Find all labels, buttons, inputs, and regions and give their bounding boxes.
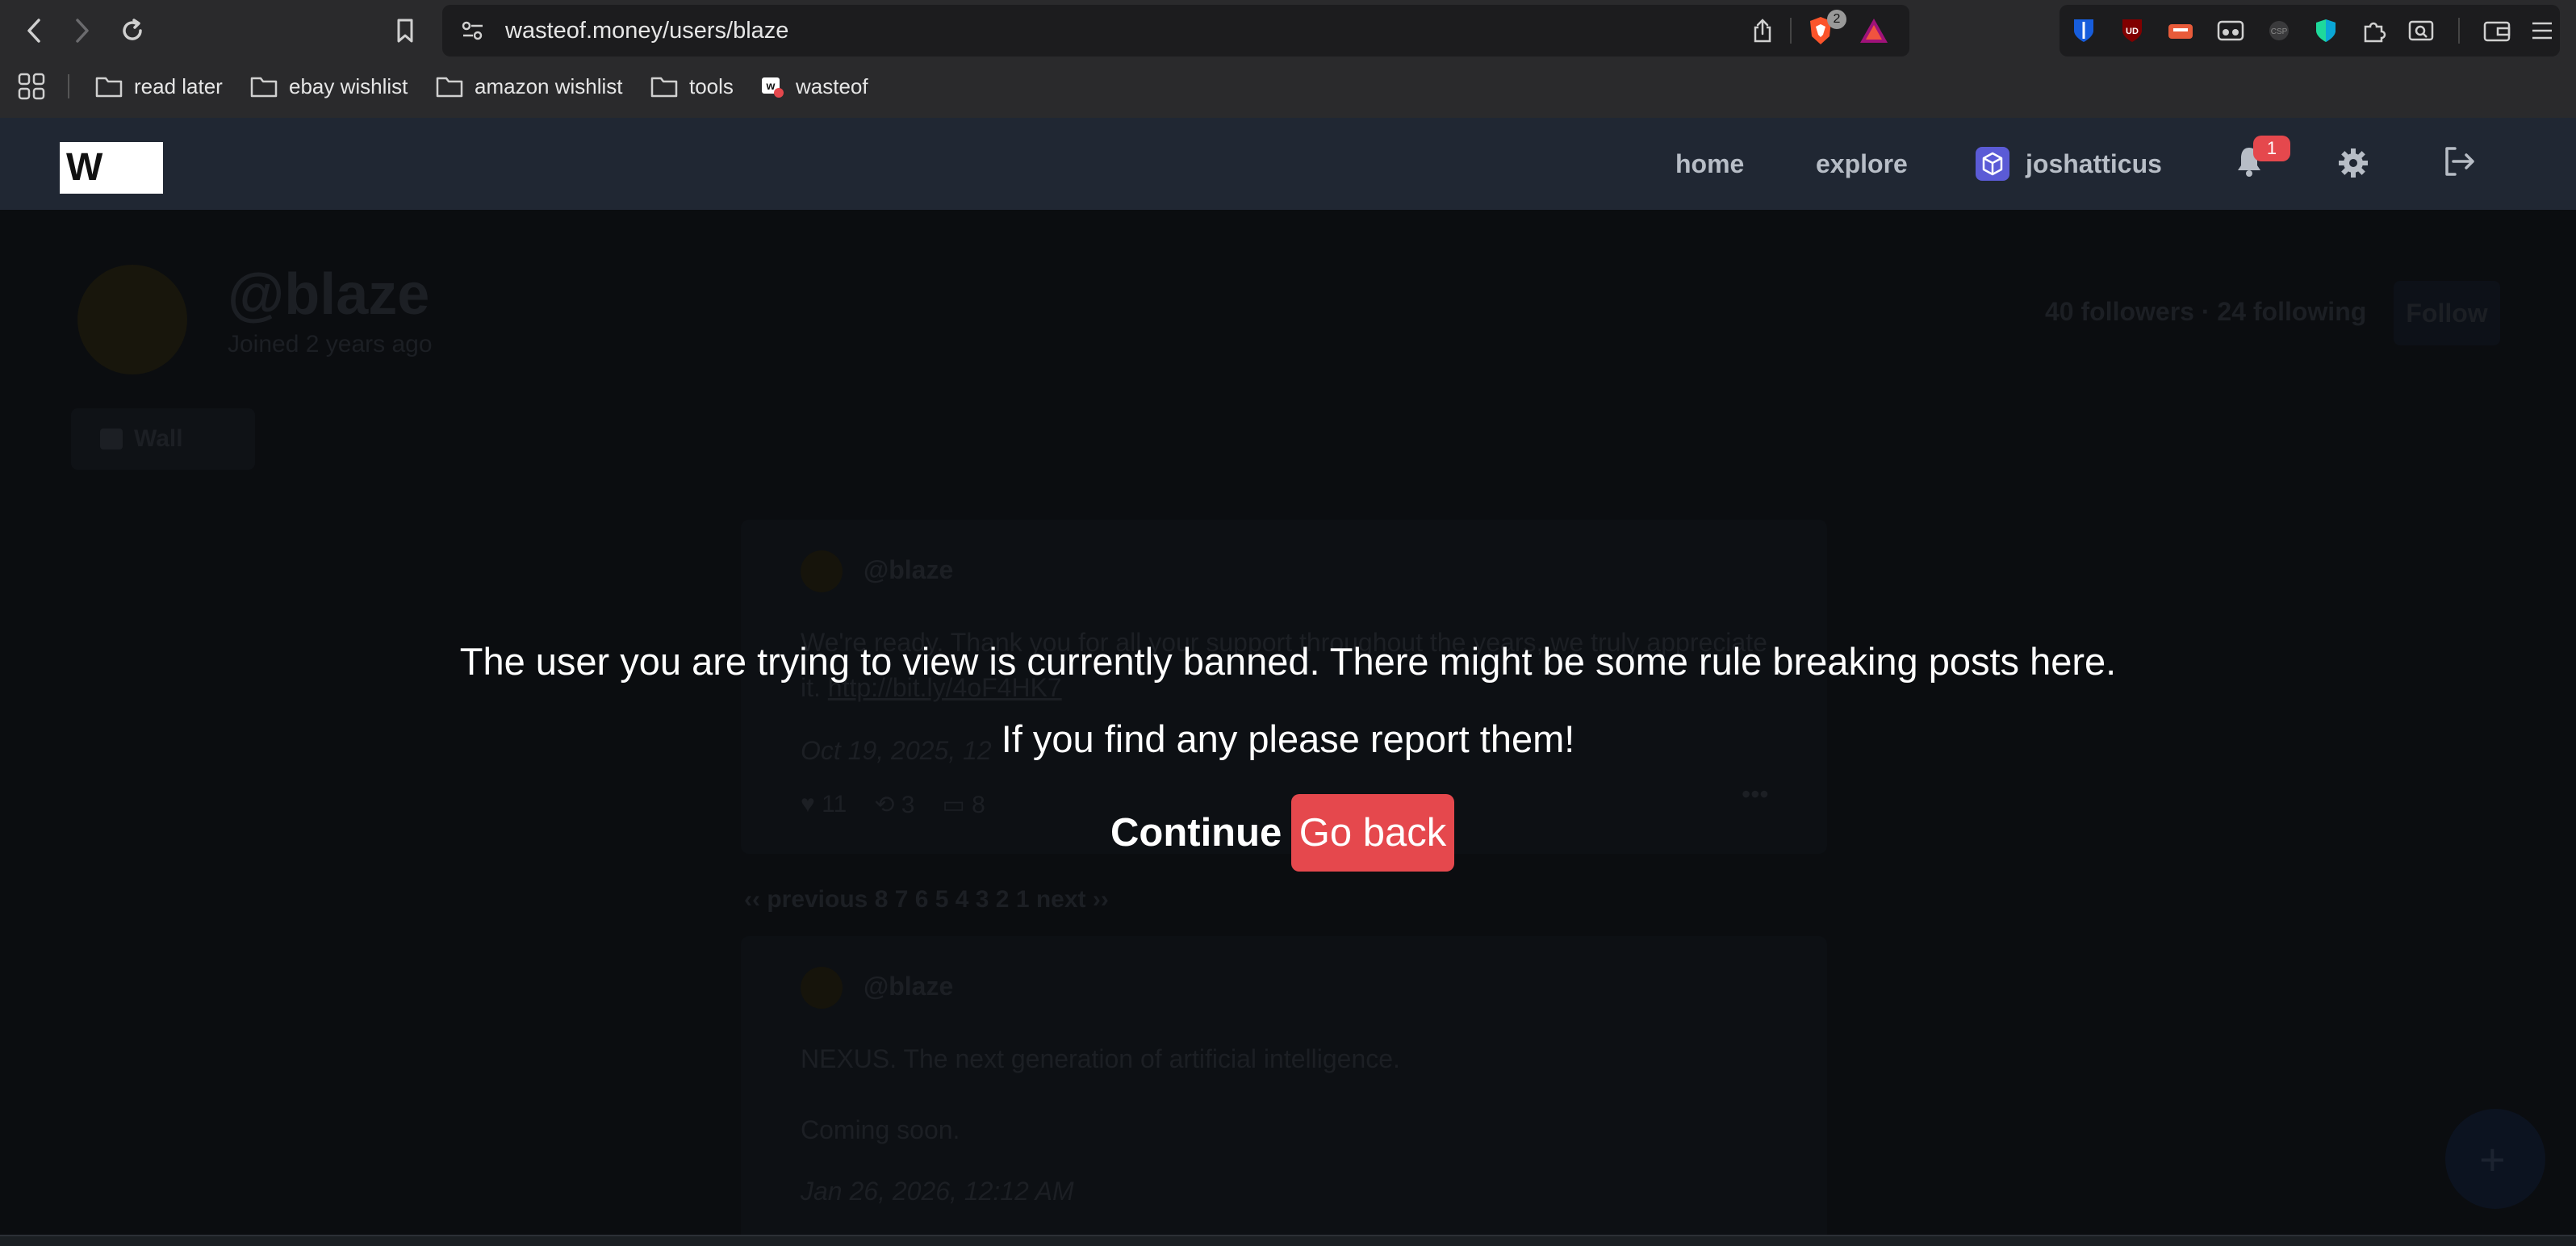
post-date: Jan 26, 2026, 12:12 AM [801,1177,1074,1206]
post-author[interactable]: @blaze [864,555,953,585]
svg-text:CSP: CSP [2271,27,2288,36]
svg-text:w: w [766,79,776,92]
brave-rewards-icon[interactable] [1856,15,1892,47]
ban-report-text: If you find any please report them! [1001,717,1575,760]
compose-fab[interactable]: + [2445,1109,2545,1209]
post-text-2: Coming soon. [801,1115,960,1144]
folder-icon [650,75,678,98]
site-navbar: W home explore joshatticus 1 [0,118,2576,210]
post-author[interactable]: @blaze [864,972,953,1001]
profile-joined: Joined 2 years ago [228,331,433,357]
go-back-button[interactable]: Go back [1291,794,1454,872]
chat-icon [100,429,123,449]
browser-toolbar: wasteof.money/users/blaze 2 UD CSP [0,0,2576,61]
notification-badge: 1 [2253,136,2290,161]
logout-button[interactable] [2442,145,2481,182]
extensions-puzzle-icon[interactable] [2358,16,2390,45]
bookmark-ebay-wishlist[interactable]: ebay wishlist [250,61,408,111]
divider [2458,18,2460,44]
svg-text:UD: UD [2126,27,2139,36]
divider [1790,18,1792,44]
ublock-icon[interactable]: UD [2118,16,2147,45]
post-actions: ♥ 11 ⟲ 3 ▭ 8 [801,791,985,819]
pagination[interactable]: ‹‹ previous 8 7 6 5 4 3 2 1 next ›› [744,886,1109,914]
csp-extension-icon[interactable]: CSP [2263,16,2295,45]
nav-home[interactable]: home [1675,118,1744,210]
folder-icon [95,75,123,98]
extensions-area: UD CSP [2060,5,2560,56]
bookmark-label: read later [134,73,223,98]
profile-stats: 40 followers · 24 following [2045,297,2367,326]
bookmark-wasteof[interactable]: w wasteof [760,61,868,111]
bookmark-label: amazon wishlist [475,73,623,98]
bookmark-label: ebay wishlist [289,73,408,98]
shield-extension-icon[interactable] [2310,16,2342,45]
post-text: NEXUS. The next generation of artificial… [801,1044,1400,1073]
wall-button[interactable]: Wall [71,408,255,470]
brave-badge: 2 [1827,10,1846,29]
follow-button[interactable]: Follow [2394,281,2500,345]
profile-avatar [77,265,187,374]
forward-icon[interactable] [66,15,98,47]
back-icon[interactable] [18,15,50,47]
user-avatar-icon [1976,147,2009,181]
url-text[interactable]: wasteof.money/users/blaze [505,5,788,56]
plus-icon: + [2479,1134,2506,1185]
profile-handle: @blaze [228,262,430,327]
like-button[interactable]: ♥ 11 [801,791,847,819]
comment-button[interactable]: ▭ 8 [942,791,985,819]
wall-label: Wall [134,425,183,452]
bitwarden-icon[interactable] [2069,16,2098,45]
site-settings-icon[interactable] [458,16,487,45]
folder-icon [436,75,463,98]
post-avatar [801,967,843,1009]
window-bottom-edge [0,1235,2576,1246]
bookmarks-bar: read later ebay wishlist amazon wishlist… [0,61,2576,118]
bookmark-tools[interactable]: tools [650,61,734,111]
logo-letter: W [66,146,103,189]
settings-button[interactable] [2337,147,2373,182]
comment-count: 8 [972,792,985,818]
nav-explore[interactable]: explore [1816,118,1908,210]
extension-icon[interactable] [2164,16,2197,45]
nav-username: joshatticus [2026,148,2162,178]
divider [68,74,69,98]
bookmark-icon[interactable] [389,15,421,47]
reload-icon[interactable] [115,13,150,48]
bookmark-label: wasteof [796,73,868,98]
gear-icon [2337,147,2373,179]
folder-icon [250,75,278,98]
bookmark-read-later[interactable]: read later [95,61,223,111]
continue-button[interactable]: Continue [1110,794,1282,872]
like-count: 11 [822,791,847,817]
logout-icon [2442,145,2481,178]
repost-button[interactable]: ⟲ 3 [874,791,914,819]
apps-grid-icon[interactable] [16,71,47,102]
site-logo[interactable]: W [60,142,163,194]
post-avatar [801,550,843,592]
bookmark-amazon-wishlist[interactable]: amazon wishlist [436,61,623,111]
share-icon[interactable] [1746,15,1779,47]
wasteof-favicon: w [760,74,784,98]
address-bar[interactable]: wasteof.money/users/blaze 2 [442,5,1909,56]
nav-user[interactable]: joshatticus [1976,118,2162,210]
post-card: @blaze We're ready. Thank you for all yo… [741,520,1827,854]
post-card: @blaze NEXUS. The next generation of art… [741,936,1827,1241]
search-tab-icon[interactable] [2405,16,2437,45]
incognito-extension-icon[interactable] [2214,16,2247,45]
ban-warning-text: The user you are trying to view is curre… [459,640,2117,683]
menu-icon[interactable] [2528,16,2557,45]
post-more-icon[interactable]: ••• [1742,780,1769,809]
repost-count: 3 [901,792,915,818]
bookmark-label: tools [689,73,734,98]
wallet-icon[interactable] [2481,16,2513,45]
